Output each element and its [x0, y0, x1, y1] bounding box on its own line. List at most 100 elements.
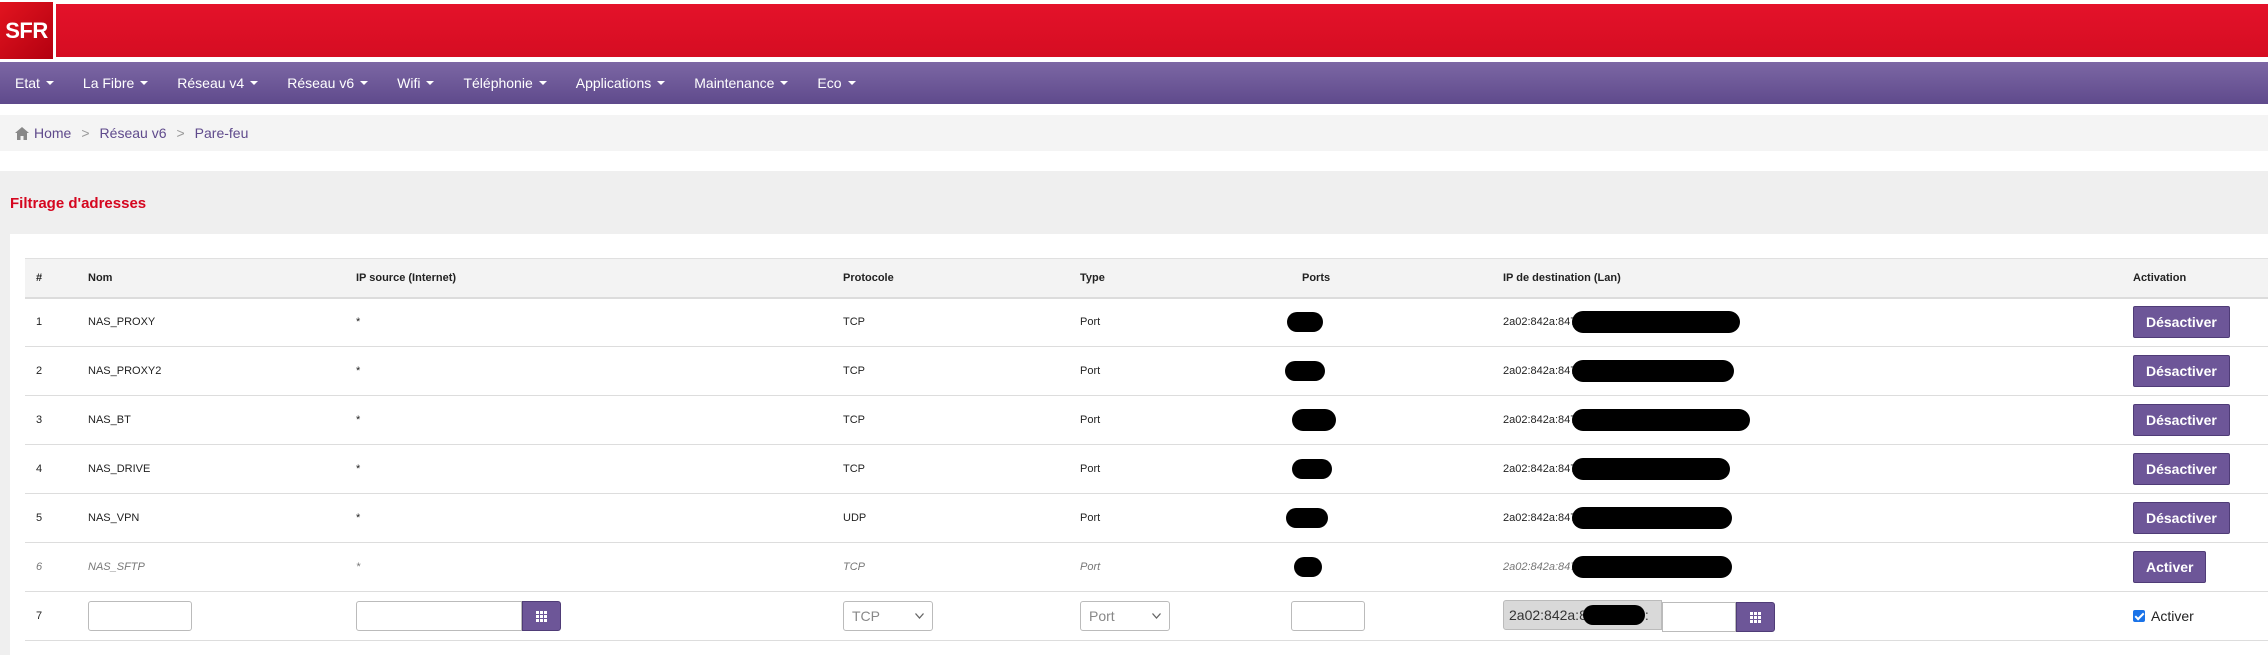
- cell-ip-source: *: [356, 512, 361, 524]
- cell-ports: [1291, 592, 1492, 641]
- ip-dest-suffix: :: [1644, 606, 1649, 623]
- ip-dest-prefix: 2a02:842a:847: [1503, 561, 1577, 573]
- cell-protocole: TCP: [843, 365, 865, 377]
- cell-num: 2: [36, 365, 43, 377]
- cell-ip-source: *: [356, 463, 361, 475]
- cell-type: Port: [1080, 414, 1101, 426]
- cell-ip-dest: 2a02:842a:847: [1492, 347, 2122, 396]
- main-nav: Etat La Fibre Réseau v4 Réseau v6 Wifi T…: [0, 62, 2268, 104]
- breadcrumb-current: Pare-feu: [194, 125, 249, 141]
- header-type: Type: [1080, 271, 1105, 284]
- nav-item-maintenance[interactable]: Maintenance: [694, 75, 789, 91]
- ip-source-picker-button[interactable]: [522, 601, 561, 631]
- nav-item-label: La Fibre: [82, 75, 135, 91]
- cell-nom: NAS_SFTP: [88, 561, 145, 573]
- redaction-mark: [1292, 459, 1332, 479]
- table-row: 4 NAS_DRIVE * TCP Port 2a02:842a:847 Dés…: [25, 445, 2268, 494]
- activate-button[interactable]: Activer: [2133, 551, 2207, 583]
- cell-activation: Désactiver: [2122, 494, 2268, 543]
- nav-item-eco[interactable]: Eco: [817, 75, 856, 91]
- ip-dest-prefix: 2a02:842a:847: [1503, 463, 1577, 475]
- ip-dest-prefix-field: 2a02:842a:8:: [1503, 599, 1662, 630]
- ip-dest-input[interactable]: [1662, 602, 1736, 633]
- cell-ports: [1287, 298, 1492, 347]
- activer-label: Activer: [2151, 608, 2194, 624]
- redaction-mark: [1572, 556, 1733, 578]
- caret-down-icon: [45, 81, 54, 85]
- cell-ip-source: *: [356, 316, 361, 329]
- nav-item-label: Maintenance: [694, 75, 775, 91]
- breadcrumb-home[interactable]: Home: [34, 125, 71, 141]
- protocole-select[interactable]: TCP: [843, 601, 933, 631]
- brand-banner: [0, 4, 2268, 57]
- deactivate-button[interactable]: Désactiver: [2133, 355, 2230, 387]
- table-row: 5 NAS_VPN * UDP Port 2a02:842a:847 Désac…: [25, 494, 2268, 543]
- nav-item-reseau-v4[interactable]: Réseau v4: [177, 75, 259, 91]
- deactivate-button[interactable]: Désactiver: [2133, 502, 2230, 534]
- table-row: 3 NAS_BT * TCP Port 2a02:842a:847 Désact…: [25, 396, 2268, 445]
- redaction-mark: [1572, 507, 1733, 529]
- redaction-mark: [1572, 458, 1731, 480]
- nav-item-label: Réseau v6: [287, 75, 355, 91]
- cell-num: 4: [36, 463, 43, 475]
- nav-item-telephonie[interactable]: Téléphonie: [463, 75, 547, 91]
- cell-num: 5: [36, 512, 43, 524]
- nav-item-label: Eco: [817, 75, 842, 91]
- cell-ip-source: [345, 592, 832, 641]
- cell-type: Port: [1080, 365, 1101, 377]
- nav-item-la-fibre[interactable]: La Fibre: [82, 75, 149, 91]
- deactivate-button[interactable]: Désactiver: [2133, 306, 2230, 339]
- ip-dest-picker-button[interactable]: [1736, 602, 1775, 633]
- cell-protocole: TCP: [843, 463, 865, 475]
- ip-dest-prefix: 2a02:842a:847: [1503, 365, 1577, 377]
- activer-checkbox[interactable]: [2133, 610, 2145, 622]
- redaction-mark: [1572, 409, 1751, 431]
- grid-icon: [1750, 611, 1761, 623]
- ip-dest-prefix: 2a02:842a:847: [1503, 512, 1577, 524]
- cell-activation: Activer: [2122, 592, 2268, 641]
- nav-item-label: Wifi: [397, 75, 421, 91]
- table-row: 6 NAS_SFTP * TCP Port 2a02:842a:847 Acti…: [25, 543, 2268, 592]
- nav-item-wifi[interactable]: Wifi: [397, 75, 435, 91]
- nav-item-reseau-v6[interactable]: Réseau v6: [287, 75, 369, 91]
- table-header-row: # Nom IP source (Internet) Protocole Typ…: [25, 258, 2268, 298]
- cell-num: 7: [36, 610, 43, 622]
- new-rule-row: 7 TCP Port 2a02:842a:8: Activer: [25, 592, 2268, 641]
- breadcrumb-reseau-v6[interactable]: Réseau v6: [100, 125, 167, 141]
- type-select[interactable]: Port: [1080, 601, 1170, 631]
- ports-input[interactable]: [1291, 601, 1365, 631]
- breadcrumb: Home > Réseau v6 > Pare-feu: [0, 115, 2268, 151]
- protocole-selected: TCP: [852, 608, 880, 624]
- deactivate-button[interactable]: Désactiver: [2133, 404, 2230, 436]
- top-header: SFR: [0, 0, 2268, 62]
- deactivate-button[interactable]: Désactiver: [2133, 453, 2230, 485]
- cell-nom: NAS_PROXY: [88, 316, 156, 329]
- cell-ports: [1291, 543, 1492, 592]
- ip-source-input[interactable]: [356, 601, 522, 631]
- header-num: #: [36, 271, 43, 284]
- nom-input[interactable]: [88, 601, 192, 631]
- sfr-logo[interactable]: SFR: [0, 2, 56, 59]
- nav-item-etat[interactable]: Etat: [15, 75, 54, 91]
- section-title: Filtrage d'adresses: [10, 195, 147, 212]
- nav-item-label: Réseau v4: [177, 75, 245, 91]
- cell-ip-dest: 2a02:842a:847: [1492, 298, 2122, 347]
- breadcrumb-separator: >: [176, 125, 185, 141]
- caret-down-icon: [426, 81, 435, 85]
- cell-nom: NAS_PROXY2: [88, 365, 162, 377]
- redaction-mark: [1287, 312, 1323, 333]
- cell-type: Port: [1080, 316, 1101, 329]
- nav-item-applications[interactable]: Applications: [576, 75, 666, 91]
- cell-nom: NAS_VPN: [88, 512, 140, 524]
- cell-protocole: UDP: [843, 512, 867, 524]
- caret-down-icon: [360, 81, 369, 85]
- cell-activation: Désactiver: [2122, 445, 2268, 494]
- cell-ports: [1286, 494, 1492, 543]
- redaction-mark: [1572, 311, 1741, 334]
- header-ip-source: IP source (Internet): [356, 271, 457, 284]
- header-protocole: Protocole: [843, 271, 894, 284]
- redaction-mark: [1285, 361, 1325, 381]
- cell-protocole: TCP: [832, 592, 1069, 641]
- cell-ip-dest: 2a02:842a:847: [1492, 396, 2122, 445]
- cell-ports: [1285, 347, 1492, 396]
